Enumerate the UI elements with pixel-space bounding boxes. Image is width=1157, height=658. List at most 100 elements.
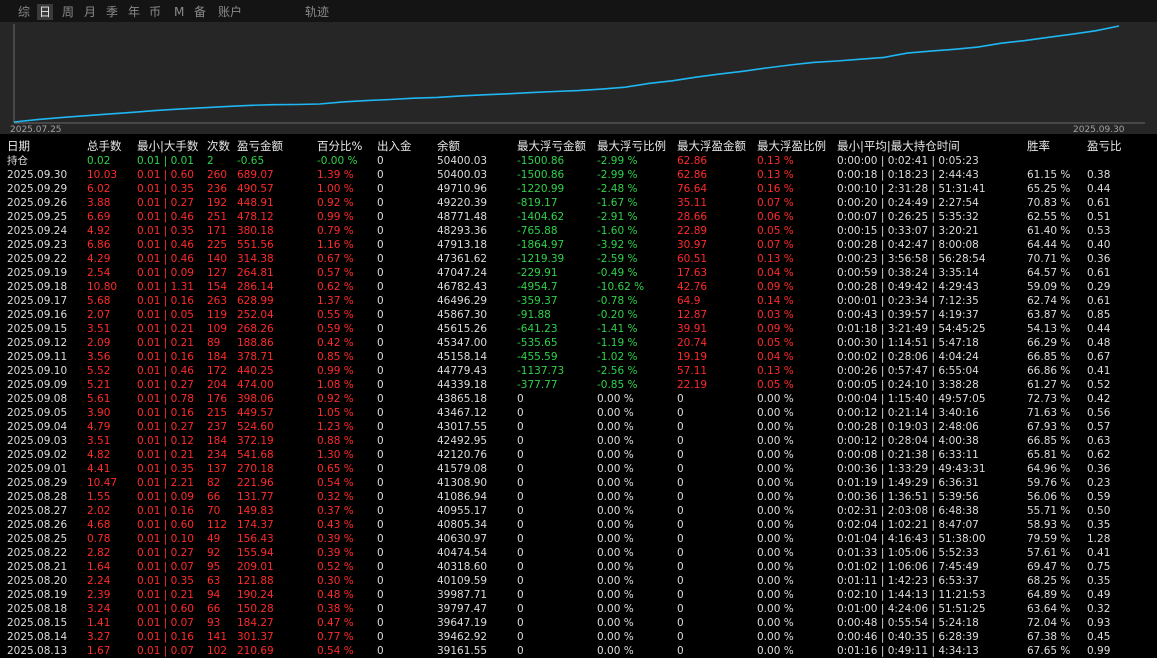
table-cell: -2.59 % <box>597 253 638 265</box>
table-row[interactable]: 2025.08.21 1.64 0.01 | 0.07 95 209.01 0.52 % 0… <box>0 560 1157 574</box>
table-row[interactable]: 2025.09.25 6.69 0.01 | 0.46 251 478.12 0.99 %… <box>0 210 1157 224</box>
table-cell: 215 <box>207 407 228 419</box>
column-header[interactable]: 最大浮盈比例 <box>757 139 826 153</box>
table-row[interactable]: 2025.09.05 3.90 0.01 | 0.16 215 449.57 1.05 %… <box>0 406 1157 420</box>
table-row[interactable]: 2025.08.18 3.24 0.01 | 0.60 66 150.28 0.38 % 0… <box>0 602 1157 616</box>
column-header[interactable]: 最小|大手数 <box>137 139 198 153</box>
table-row[interactable]: 2025.09.12 2.09 0.01 | 0.21 89 188.86 0.42 % 0… <box>0 336 1157 350</box>
column-header[interactable]: 出入金 <box>377 139 412 153</box>
tab-3[interactable]: 月 <box>82 4 98 20</box>
table-cell: 64.9 <box>677 295 701 307</box>
table-row[interactable]: 2025.09.17 5.68 0.01 | 0.16 263 628.99 1.37 %… <box>0 294 1157 308</box>
table-cell: 0.99 % <box>317 211 354 223</box>
table-cell: 0.38 <box>1087 169 1111 181</box>
table-row[interactable]: 2025.09.23 6.86 0.01 | 0.46 225 551.56 1.16 %… <box>0 238 1157 252</box>
table-cell: 0.01 | 0.07 <box>137 617 194 629</box>
table-row[interactable]: 2025.08.20 2.24 0.01 | 0.35 63 121.88 0.30 % 0… <box>0 574 1157 588</box>
table-cell: 2.02 <box>87 505 111 517</box>
table-cell: 2025.08.21 <box>7 561 68 573</box>
table-row[interactable]: 2025.09.08 5.61 0.01 | 0.78 176 398.06 0.92 %… <box>0 392 1157 406</box>
tab-8[interactable]: 备 <box>192 4 208 20</box>
column-header[interactable]: 总手数 <box>87 139 122 153</box>
table-row[interactable]: 2025.09.11 3.56 0.01 | 0.16 184 378.71 0.85 %… <box>0 350 1157 364</box>
table-row[interactable]: 2025.09.29 6.02 0.01 | 0.35 236 490.57 1.00 %… <box>0 182 1157 196</box>
tab-2[interactable]: 周 <box>60 4 76 20</box>
tab-1[interactable]: 日 <box>37 4 54 20</box>
table-cell: 4.82 <box>87 449 111 461</box>
column-header[interactable]: 胜率 <box>1027 139 1050 153</box>
table-row[interactable]: 2025.09.10 5.52 0.01 | 0.46 172 440.25 0.99 %… <box>0 364 1157 378</box>
table-cell: 154 <box>207 281 228 293</box>
column-header[interactable]: 百分比% <box>317 139 362 153</box>
column-header[interactable]: 盈亏比 <box>1087 139 1122 153</box>
table-cell: 10.03 <box>87 169 118 181</box>
holding-cell: 50400.03 <box>437 155 488 167</box>
table-row[interactable]: 2025.09.24 4.92 0.01 | 0.35 171 380.18 0.79 %… <box>0 224 1157 238</box>
table-cell: 59.76 % <box>1027 477 1071 489</box>
table-cell: 0 <box>517 547 524 559</box>
table-row[interactable]: 2025.08.26 4.68 0.01 | 0.60 112 174.37 0.43 %… <box>0 518 1157 532</box>
tab-10[interactable]: 轨迹 <box>303 4 331 20</box>
table-row[interactable]: 2025.08.27 2.02 0.01 | 0.16 70 149.83 0.37 % 0… <box>0 504 1157 518</box>
table-row[interactable]: 2025.08.15 1.41 0.01 | 0.07 93 184.27 0.47 % 0… <box>0 616 1157 630</box>
table-row[interactable]: 2025.09.26 3.88 0.01 | 0.27 192 448.91 0.92 %… <box>0 196 1157 210</box>
table-row[interactable]: 2025.09.02 4.82 0.01 | 0.21 234 541.68 1.30 %… <box>0 448 1157 462</box>
table-row[interactable]: 2025.09.15 3.51 0.01 | 0.21 109 268.26 0.59 %… <box>0 322 1157 336</box>
tab-4[interactable]: 季 <box>104 4 120 20</box>
table-cell: 0.01 | 0.46 <box>137 365 194 377</box>
table-cell: 0.00 % <box>757 421 794 433</box>
table-row[interactable]: 2025.09.30 10.03 0.01 | 0.60 260 689.07 1.39 … <box>0 168 1157 182</box>
table-cell: 0.54 % <box>317 477 354 489</box>
table-row[interactable]: 2025.08.22 2.82 0.01 | 0.27 92 155.94 0.39 % 0… <box>0 546 1157 560</box>
table-row[interactable]: 2025.08.19 2.39 0.01 | 0.21 94 190.24 0.48 % 0… <box>0 588 1157 602</box>
table-row[interactable]: 2025.09.19 2.54 0.01 | 0.09 127 264.81 0.57 %… <box>0 266 1157 280</box>
table-cell: 225 <box>207 239 228 251</box>
table-row[interactable]: 2025.09.04 4.79 0.01 | 0.27 237 524.60 1.23 %… <box>0 420 1157 434</box>
table-row[interactable]: 2025.08.25 0.78 0.01 | 0.10 49 156.43 0.39 % 0… <box>0 532 1157 546</box>
table-cell: 2.82 <box>87 547 111 559</box>
table-cell: 0.13 % <box>757 365 794 377</box>
table-cell: 131.77 <box>237 491 274 503</box>
tab-9[interactable]: 账户 <box>216 4 244 20</box>
table-cell: 190.24 <box>237 589 274 601</box>
table-cell: 0.01 | 0.21 <box>137 589 194 601</box>
table-cell: 140 <box>207 253 228 265</box>
column-header[interactable]: 最大浮亏金额 <box>517 139 586 153</box>
column-header[interactable]: 日期 <box>7 139 30 153</box>
tab-6[interactable]: 币 <box>147 4 163 20</box>
column-header[interactable]: 最小|平均|最大持仓时间 <box>837 139 960 153</box>
table-row[interactable]: 2025.08.14 3.27 0.01 | 0.16 141 301.37 0.77 %… <box>0 630 1157 644</box>
table-cell: 0.62 <box>1087 449 1111 461</box>
table-cell: 35.11 <box>677 197 708 209</box>
tab-5[interactable]: 年 <box>126 4 142 20</box>
table-cell: 0.00 % <box>757 393 794 405</box>
table-row[interactable]: 2025.09.09 5.21 0.01 | 0.27 204 474.00 1.08 %… <box>0 378 1157 392</box>
table-row[interactable]: 2025.08.13 1.67 0.01 | 0.07 102 210.69 0.54 %… <box>0 644 1157 658</box>
table-cell: -1137.73 <box>517 365 565 377</box>
table-cell: 0 <box>677 505 684 517</box>
table-cell: 0.00 % <box>757 561 794 573</box>
table-cell: -0.78 % <box>597 295 638 307</box>
table-row[interactable]: 2025.08.28 1.55 0.01 | 0.09 66 131.77 0.32 % 0… <box>0 490 1157 504</box>
table-cell: -1220.99 <box>517 183 565 195</box>
table-row[interactable]: 2025.09.18 10.80 0.01 | 1.31 154 286.14 0.62 … <box>0 280 1157 294</box>
tab-0[interactable]: 综 <box>16 4 32 20</box>
table-row[interactable]: 2025.08.29 10.47 0.01 | 2.21 82 221.96 0.54 %… <box>0 476 1157 490</box>
column-header[interactable]: 次数 <box>207 139 230 153</box>
table-cell: 63.87 % <box>1027 309 1071 321</box>
column-header[interactable]: 盈亏金额 <box>237 139 283 153</box>
table-cell: 0.00 % <box>757 519 794 531</box>
table-cell: 1.41 <box>87 617 111 629</box>
table-row[interactable]: 2025.09.16 2.07 0.01 | 0.05 119 252.04 0.55 %… <box>0 308 1157 322</box>
column-header[interactable]: 最大浮亏比例 <box>597 139 666 153</box>
column-header[interactable]: 最大浮盈金额 <box>677 139 746 153</box>
table-cell: 50400.03 <box>437 169 488 181</box>
table-row[interactable]: 2025.09.03 3.51 0.01 | 0.12 184 372.19 0.88 %… <box>0 434 1157 448</box>
table-row[interactable]: 2025.09.22 4.29 0.01 | 0.46 140 314.38 0.67 %… <box>0 252 1157 266</box>
column-header[interactable]: 余额 <box>437 139 460 153</box>
table-row[interactable]: 2025.09.01 4.41 0.01 | 0.35 137 270.18 0.65 %… <box>0 462 1157 476</box>
table-cell: 0 <box>377 421 384 433</box>
table-cell: 0.51 <box>1087 211 1111 223</box>
tab-7[interactable]: M <box>172 4 186 20</box>
table-cell: 0.78 <box>87 533 111 545</box>
